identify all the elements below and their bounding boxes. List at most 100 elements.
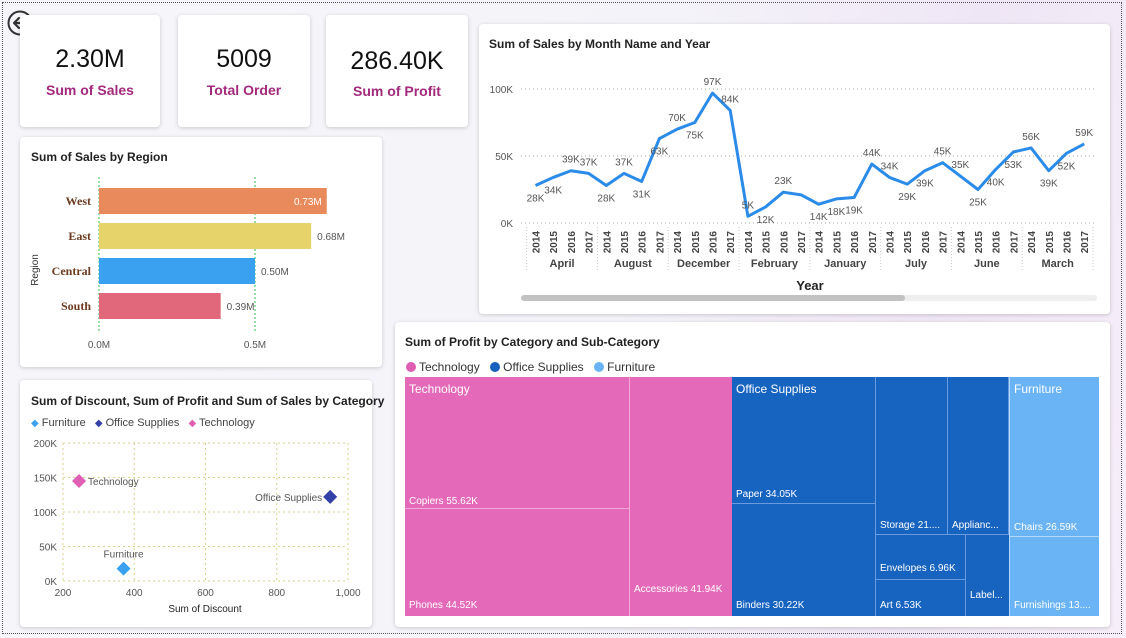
cell-label: Envelopes 6.96K: [880, 563, 956, 574]
treemap-cell-furnishings[interactable]: Furnishings 13....: [1009, 537, 1099, 616]
data-label: 0.73M: [294, 197, 322, 208]
data-label: 39K: [1040, 179, 1058, 190]
data-label: 37K: [580, 157, 598, 168]
kpi-card-sales: 2.30M Sum of Sales: [20, 15, 160, 127]
bar-west[interactable]: [99, 188, 327, 214]
treemap-cell-accessories[interactable]: Accessories 41.94K: [630, 377, 732, 616]
point-technology[interactable]: [72, 473, 87, 488]
data-label: 14K: [810, 212, 828, 223]
bar-central[interactable]: [99, 258, 255, 284]
data-label: 34K: [544, 185, 562, 196]
x-tick-year: 2016: [779, 231, 790, 254]
treemap-cell-labels[interactable]: Label...: [966, 535, 1009, 616]
line-chart: 100K 50K 0K 2014 2015 2016 2017 2014 2015 2016 20…: [490, 77, 1097, 301]
x-tick-year: 2015: [762, 231, 773, 254]
x-tick-year: 2014: [532, 231, 543, 254]
chart-title: Sum of Profit by Category and Sub-Catego…: [405, 335, 660, 349]
x-tick-year: 2014: [673, 231, 684, 254]
kpi-label: Sum of Profit: [353, 83, 441, 99]
legend-label: Technology: [419, 360, 480, 374]
point-label: Technology: [88, 477, 139, 488]
data-label: 29K: [898, 192, 916, 203]
y-tick-label: 50K: [39, 543, 57, 554]
data-label: 97K: [704, 77, 722, 88]
data-label: 40K: [987, 177, 1005, 188]
x-tick-year: 2017: [726, 231, 737, 254]
scatter-plot: 200K 150K 100K 50K 0K200 400 600 800 1,000 Sum o…: [34, 439, 361, 615]
treemap-card[interactable]: Sum of Profit by Category and Sub-Catego…: [395, 322, 1110, 627]
x-tick-month: June: [974, 258, 1000, 270]
x-tick-year: 2016: [567, 231, 578, 254]
legend-label: Office Supplies: [503, 360, 584, 374]
treemap-cell-storage[interactable]: Storage 21....: [876, 377, 948, 535]
treemap-cell-envelopes[interactable]: Envelopes 6.96K: [876, 535, 966, 580]
axis-title-x: Year: [796, 278, 823, 293]
x-tick-label: 200: [55, 588, 72, 599]
scatter-chart-card[interactable]: Sum of Discount, Sum of Profit and Sum o…: [20, 380, 384, 627]
data-label: 75K: [686, 131, 704, 142]
category-label: Furniture: [1014, 382, 1063, 396]
kpi-label: Sum of Sales: [46, 82, 134, 98]
treemap-cell-chairs[interactable]: Furniture Chairs 26.59K: [1009, 377, 1099, 537]
treemap-cell-copiers[interactable]: Technology Copiers 55.62K: [405, 377, 630, 509]
scrollbar-thumb[interactable]: [521, 295, 905, 301]
x-tick-year: 2016: [1063, 231, 1074, 254]
x-tick-year: 2015: [620, 231, 631, 254]
legend-item[interactable]: Office Supplies: [490, 360, 584, 374]
treemap-cell-binders[interactable]: Binders 30.22K: [732, 504, 876, 616]
point-office-supplies[interactable]: [323, 489, 338, 504]
x-tick-label: 600: [197, 588, 214, 599]
point-label: Office Supplies: [255, 493, 322, 504]
dot-icon: [594, 362, 605, 372]
data-label: 45K: [934, 147, 952, 158]
data-label: 28K: [597, 193, 615, 204]
axis-title-x: Sum of Discount: [168, 604, 242, 615]
bar-south[interactable]: [99, 293, 221, 319]
cell-label: Furnishings 13....: [1014, 600, 1091, 611]
y-tick-label: 200K: [34, 439, 58, 450]
x-tick-month: December: [677, 258, 731, 270]
legend-item[interactable]: Furniture: [594, 360, 655, 374]
x-tick-year: 2015: [974, 231, 985, 254]
data-label: 19K: [845, 206, 863, 217]
x-tick-year: 2014: [744, 231, 755, 254]
data-label: 34K: [881, 161, 899, 172]
y-tick-label: 50K: [495, 152, 513, 163]
data-label: 12K: [757, 215, 775, 226]
y-tick-label: 150K: [34, 474, 58, 485]
category-label: Technology: [409, 382, 470, 396]
data-label: 0.39M: [227, 302, 255, 313]
x-tick-year: 2014: [1027, 231, 1038, 254]
category-label: Central: [52, 264, 92, 278]
point-furniture[interactable]: [116, 561, 131, 576]
region-bar-chart-card[interactable]: Sum of Sales by Region Region 0.0M 0.5M …: [20, 137, 382, 367]
x-tick-year: 2017: [939, 231, 950, 254]
x-tick-year: 2015: [903, 231, 914, 254]
x-tick-label: 0.0M: [88, 340, 110, 351]
treemap-cell-art[interactable]: Art 6.53K: [876, 580, 966, 616]
legend-item[interactable]: Technology: [406, 360, 480, 374]
bar-east[interactable]: [99, 223, 312, 249]
category-label: South: [61, 299, 91, 313]
chart-legend: Technology Office Supplies Furniture: [406, 359, 661, 377]
x-tick-year: 2014: [956, 231, 967, 254]
x-tick-year: 2015: [1045, 231, 1056, 254]
x-tick-year: 2017: [1080, 231, 1091, 254]
treemap-cell-paper[interactable]: Office Supplies Paper 34.05K: [732, 377, 876, 504]
axis-title-y: Region: [30, 254, 41, 286]
treemap-cell-phones[interactable]: Phones 44.52K: [405, 509, 630, 616]
data-label: 52K: [1058, 161, 1076, 172]
cell-label: Applianc...: [952, 520, 999, 531]
treemap-cell-appliances[interactable]: Applianc...: [948, 377, 1009, 535]
category-label: East: [68, 229, 91, 243]
x-tick-month: March: [1041, 258, 1074, 270]
y-tick-label: 100K: [34, 508, 58, 519]
cell-label: Copiers 55.62K: [409, 496, 478, 507]
data-label: 31K: [633, 189, 651, 200]
cell-label: Paper 34.05K: [736, 489, 798, 500]
x-tick-year: 2014: [602, 231, 613, 254]
cell-label: Label...: [970, 590, 1003, 601]
data-label: 37K: [615, 157, 633, 168]
line-chart-card[interactable]: Sum of Sales by Month Name and Year 100K…: [479, 24, 1110, 314]
y-tick-label: 100K: [490, 85, 514, 96]
